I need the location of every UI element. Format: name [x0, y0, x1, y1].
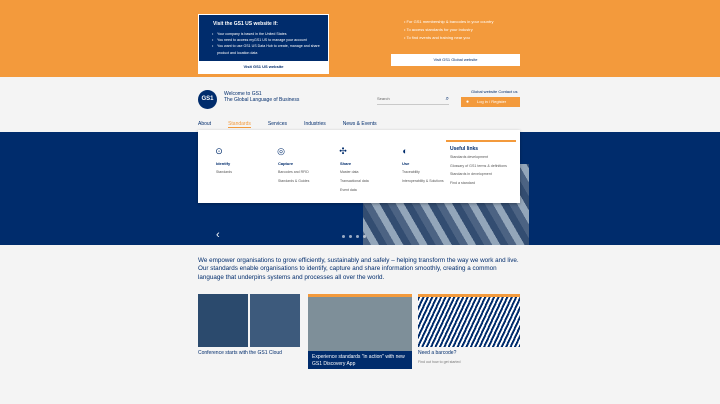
nav-services[interactable]: Services	[268, 121, 287, 128]
intro-text: We empower organisations to grow efficie…	[198, 257, 519, 281]
nav-industries[interactable]: Industries	[304, 121, 326, 128]
user-icon: ●	[466, 99, 470, 105]
login-button[interactable]: ● Log in / Register	[461, 97, 520, 107]
news-card[interactable]: Experience standards "in action" with ne…	[308, 294, 412, 369]
nav-about[interactable]: About	[198, 121, 211, 128]
useful-links: Useful links Standards development Gloss…	[446, 140, 516, 198]
barcode-image	[418, 294, 520, 347]
top-banner: Visit the GS1 US website if: Your compan…	[0, 0, 720, 77]
share-icon: ✣	[339, 146, 347, 156]
card-image	[198, 294, 300, 347]
col-link[interactable]: Master data	[340, 169, 392, 175]
identify-icon: ⊙	[215, 146, 223, 156]
card-caption: Need a barcode?	[418, 350, 457, 356]
useful-link[interactable]: Glossary of GS1 terms & definitions	[446, 161, 516, 170]
card-caption: Experience standards "in action" with ne…	[308, 351, 412, 369]
col-link[interactable]: Barcodes and RFID	[278, 169, 330, 175]
col-title: Capture	[278, 161, 294, 166]
list-item: • For GS1 membership & barcodes in your …	[404, 19, 494, 24]
main-nav: About Standards Services Industries News…	[198, 121, 394, 128]
gs1-logo[interactable]: GS1	[198, 90, 217, 109]
news-card[interactable]: Conference starts with the GS1 Cloud	[198, 294, 300, 367]
card-list: Your company is based in the United Stat…	[199, 31, 328, 56]
search-icon[interactable]: ⌕	[446, 96, 449, 103]
site-header: GS1 Welcome to GS1 The Global Language o…	[0, 77, 720, 132]
useful-link[interactable]: Find a standard	[446, 178, 516, 187]
use-icon: ◐	[402, 146, 408, 156]
col-capture[interactable]: ◎ Capture Barcodes and RFID Standards & …	[277, 146, 330, 184]
news-card[interactable]: Need a barcode? Find out how to get star…	[418, 294, 520, 367]
card-image: Experience standards "in action" with ne…	[308, 294, 412, 369]
visit-gs1-us-button[interactable]: Visit GS1 US website	[199, 61, 328, 73]
list-item: You want to use GS1 US Data Hub to creat…	[212, 43, 328, 55]
nav-standards[interactable]: Standards	[228, 121, 251, 128]
search-input[interactable]: Search ⌕	[377, 96, 449, 105]
visit-global-button[interactable]: Visit GS1 Global website	[391, 54, 520, 66]
login-label: Log in / Register	[477, 99, 507, 104]
card-caption: Conference starts with the GS1 Cloud	[198, 350, 282, 356]
col-title: Share	[340, 161, 352, 166]
list-item: • To find events and training near you	[404, 35, 470, 40]
carousel-dots[interactable]	[342, 235, 370, 238]
col-share[interactable]: ✣ Share Master data Transactional data E…	[339, 146, 392, 193]
useful-link[interactable]: Standards in development	[446, 169, 516, 178]
search-placeholder: Search	[377, 96, 390, 101]
tagline-sub: The Global Language of Business	[224, 97, 300, 103]
col-title: Identify	[216, 161, 231, 166]
card-subtitle: Find out how to get started	[418, 360, 461, 364]
capture-icon: ◎	[277, 146, 285, 156]
col-link[interactable]: Standards & Guides	[278, 178, 330, 184]
col-link[interactable]: Event data	[340, 187, 392, 193]
utility-links[interactable]: Global website Contact us	[471, 89, 517, 94]
useful-title: Useful links	[450, 146, 479, 152]
useful-link[interactable]: Standards development	[446, 152, 516, 161]
col-link[interactable]: Transactional data	[340, 178, 392, 184]
list-item: • To access standards for your industry	[404, 27, 473, 32]
gs1-us-card: Visit the GS1 US website if: Your compan…	[198, 14, 329, 74]
banner-right: • For GS1 membership & barcodes in your …	[391, 18, 520, 66]
chevron-left-icon[interactable]: ‹	[216, 229, 220, 241]
col-identify[interactable]: ⊙ Identify Standards	[215, 146, 268, 175]
col-link[interactable]: Standards	[216, 169, 268, 175]
nav-news-events[interactable]: News & Events	[343, 121, 377, 128]
card-title: Visit the GS1 US website if:	[213, 21, 278, 27]
standards-dropdown: ⊙ Identify Standards ◎ Capture Barcodes …	[198, 130, 520, 203]
